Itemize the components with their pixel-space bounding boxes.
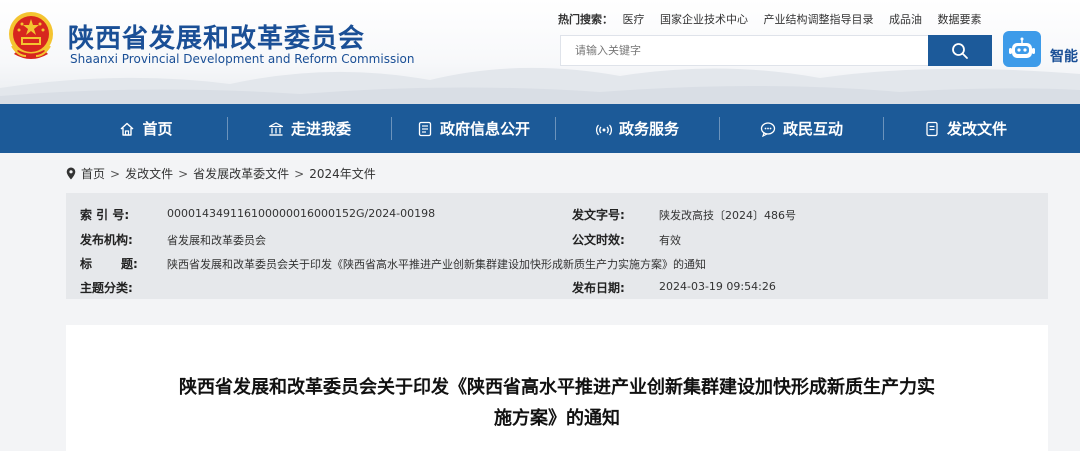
nav-label: 走进我委 — [290, 120, 351, 138]
nav-about[interactable]: 走进我委 — [228, 104, 391, 153]
article-content: 陕西省发展和改革委员会关于印发《陕西省高水平推进产业创新集群建设加快形成新质生产… — [66, 325, 1048, 451]
assistant-label[interactable]: 智能 — [1050, 46, 1078, 66]
hot-search-item[interactable]: 产业结构调整指导目录 — [764, 13, 874, 26]
main-nav: 首页 走进我委 政府信息公开 政务服务 政民互动 发改文件 — [0, 104, 1080, 153]
breadcrumb-separator: > — [178, 166, 189, 181]
nav-interaction[interactable]: 政民互动 — [720, 104, 883, 153]
meta-date-value: 2024-03-19 09:54:26 — [659, 280, 776, 293]
assistant-button[interactable] — [1003, 31, 1041, 67]
nav-label: 政府信息公开 — [439, 120, 530, 138]
meta-docno-value: 陕发改高技〔2024〕486号 — [659, 209, 796, 222]
home-icon — [121, 122, 134, 136]
hot-search: 热门搜索： 医疗 国家企业技术中心 产业结构调整指导目录 成品油 数据要素 — [558, 11, 994, 27]
document-meta-panel: 索 引 号: 000014349116100000016000152G/2024… — [66, 193, 1048, 299]
nav-services[interactable]: 政务服务 — [556, 104, 719, 153]
site-header: 陕西省发展和改革委员会 Shaanxi Provincial Developme… — [0, 0, 1080, 104]
nav-label: 首页 — [142, 120, 173, 138]
meta-title-label: 标 — [80, 257, 93, 271]
signal-icon — [596, 124, 612, 135]
nav-label: 发改文件 — [946, 120, 1007, 138]
nav-documents[interactable]: 发改文件 — [884, 104, 1047, 153]
meta-index-value: 000014349116100000016000152G/2024-00198 — [167, 207, 436, 220]
breadcrumb-item[interactable]: 发改文件 — [125, 165, 173, 182]
national-emblem-icon — [9, 12, 53, 59]
document-icon — [418, 121, 432, 136]
meta-issuer-label: 发布机构: — [80, 233, 133, 247]
meta-docno-label: 发文字号: — [572, 208, 625, 222]
search-box — [560, 35, 928, 66]
robot-icon — [1009, 37, 1035, 58]
article-title-line: 施方案》的通知 — [494, 408, 620, 429]
breadcrumb-separator: > — [294, 166, 305, 181]
hot-search-item[interactable]: 数据要素 — [938, 13, 982, 26]
article-title: 陕西省发展和改革委员会关于印发《陕西省高水平推进产业创新集群建设加快形成新质生产… — [96, 372, 1018, 434]
breadcrumb-item[interactable]: 首页 — [81, 165, 105, 182]
nav-label: 政务服务 — [618, 120, 679, 138]
meta-date-label: 发布日期: — [572, 281, 625, 295]
article-title-line: 陕西省发展和改革委员会关于印发《陕西省高水平推进产业创新集群建设加快形成新质生产… — [179, 377, 935, 398]
meta-index-label: 索 引 号: — [80, 208, 130, 222]
breadcrumb-item[interactable]: 2024年文件 — [309, 165, 376, 182]
search-input[interactable] — [561, 36, 928, 65]
meta-topic-label: 主题分类: — [80, 281, 133, 295]
nav-home[interactable]: 首页 — [65, 104, 227, 153]
meta-title-label: 题: — [121, 257, 138, 271]
breadcrumb-item[interactable]: 省发展改革委文件 — [193, 165, 289, 182]
meta-validity-value: 有效 — [659, 234, 681, 247]
hot-search-item[interactable]: 成品油 — [889, 13, 922, 26]
meta-validity-label: 公文时效: — [572, 233, 625, 247]
site-title-en: Shaanxi Provincial Development and Refor… — [70, 52, 415, 66]
building-icon — [268, 121, 284, 136]
breadcrumb: 首页 > 发改文件 > 省发展改革委文件 > 2024年文件 — [66, 165, 376, 182]
location-pin-icon — [66, 167, 76, 180]
chat-icon — [760, 121, 776, 137]
meta-issuer-value: 省发展和改革委员会 — [167, 234, 266, 247]
hot-search-item[interactable]: 国家企业技术中心 — [660, 13, 748, 26]
search-icon — [952, 42, 968, 59]
site-title[interactable]: 陕西省发展和改革委员会 — [68, 18, 365, 55]
breadcrumb-separator: > — [110, 166, 121, 181]
file-icon — [926, 121, 938, 136]
hot-search-label: 热门搜索： — [558, 13, 613, 26]
nav-info-disclosure[interactable]: 政府信息公开 — [392, 104, 555, 153]
search-button[interactable] — [928, 35, 992, 66]
meta-title-value: 陕西省发展和改革委员会关于印发《陕西省高水平推进产业创新集群建设加快形成新质生产… — [167, 258, 706, 271]
nav-label: 政民互动 — [782, 120, 843, 138]
hot-search-item[interactable]: 医疗 — [623, 13, 645, 26]
